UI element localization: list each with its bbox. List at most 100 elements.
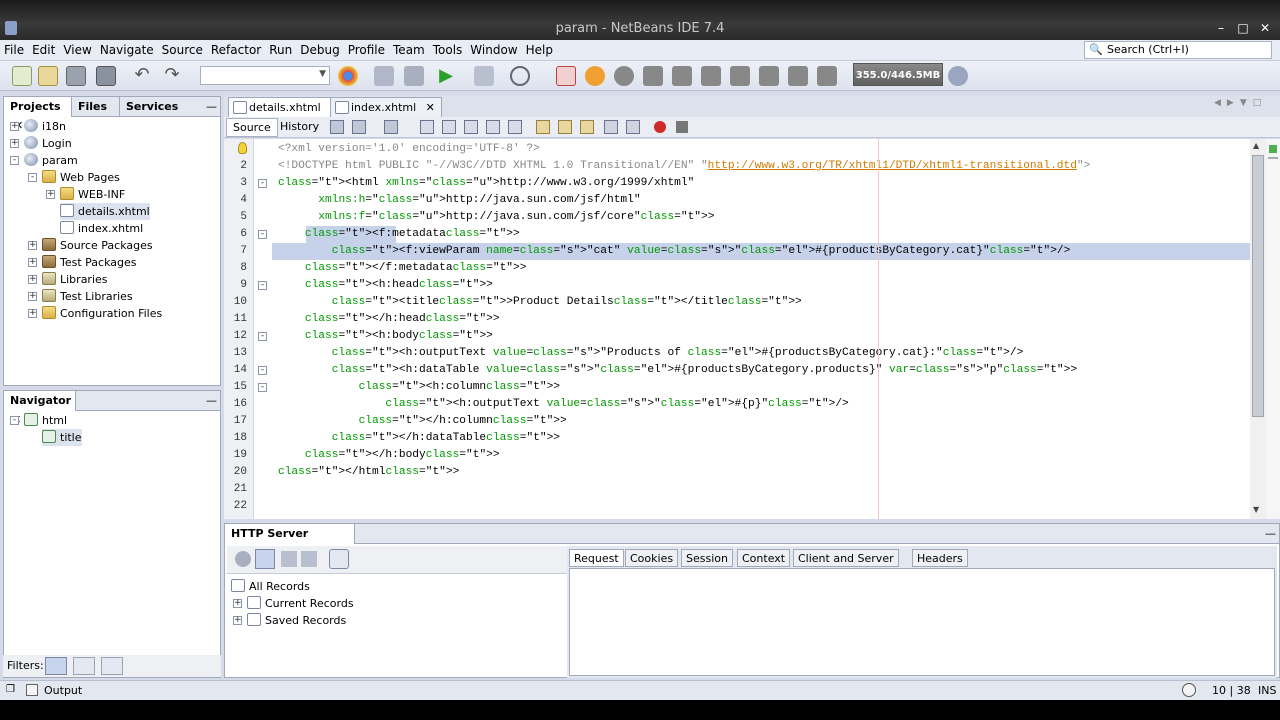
records-item[interactable]: Saved Records — [247, 612, 346, 629]
record-macro-icon[interactable] — [654, 121, 666, 133]
menu-item[interactable]: Run — [265, 40, 296, 57]
maximize-icon[interactable]: □ — [1232, 18, 1254, 38]
menu-item[interactable]: File — [0, 40, 28, 57]
new-project-icon[interactable] — [38, 66, 58, 86]
last-edit-icon[interactable] — [330, 120, 344, 134]
close-icon[interactable]: ✕ — [422, 101, 435, 114]
redo-icon[interactable]: ↷ — [162, 66, 182, 86]
tab-navigator[interactable]: Navigator ✕ — [4, 391, 76, 426]
scroll-up-icon[interactable]: ▲ — [1253, 141, 1259, 150]
run-to-cursor-icon[interactable] — [730, 66, 750, 86]
sort-alpha-icon[interactable] — [281, 551, 297, 567]
tree-toggle-icon[interactable]: + — [28, 258, 37, 267]
shift-left-icon[interactable] — [604, 120, 618, 134]
code-line[interactable]: xmlns:f="class="u">http://java.sun.com/j… — [278, 209, 714, 226]
detail-tab[interactable]: Cookies — [625, 549, 679, 567]
detail-tab[interactable]: Client and Server — [793, 549, 899, 567]
fold-toggle-icon[interactable]: - — [258, 179, 267, 188]
tree-item[interactable]: Test Packages — [42, 254, 136, 271]
forward-icon[interactable] — [384, 120, 398, 134]
tree-toggle-icon[interactable]: + — [28, 275, 37, 284]
editor-scrollbar[interactable]: ▲ ▼ — [1250, 139, 1266, 519]
tree-toggle-icon[interactable]: - — [10, 156, 19, 165]
tab-projects[interactable]: Projects ✕ — [4, 97, 72, 132]
code-line[interactable]: class="t"></h:dataTableclass="t">> — [278, 430, 560, 447]
tab-services[interactable]: Services — [120, 97, 180, 117]
toggle-highlight-icon[interactable] — [486, 120, 500, 134]
clean-icon[interactable] — [374, 66, 394, 86]
tree-item[interactable]: Configuration Files — [42, 305, 162, 322]
evaluate-icon[interactable] — [817, 66, 837, 86]
tree-item[interactable]: Test Libraries — [42, 288, 133, 305]
menu-item[interactable]: Debug — [296, 40, 343, 57]
filter-other-icon[interactable] — [101, 657, 123, 675]
code-line[interactable]: class="t"><f:metadataclass="t">> — [278, 226, 520, 243]
code-line[interactable]: class="t"></h:columnclass="t">> — [278, 413, 567, 430]
browser-icon[interactable] — [338, 66, 358, 86]
menu-item[interactable]: View — [59, 40, 95, 57]
output-tab[interactable]: Output — [44, 684, 82, 697]
toggle-bookmark-icon[interactable] — [580, 120, 594, 134]
editor-tab[interactable]: index.xhtml ✕ — [330, 97, 442, 117]
find-prev-icon[interactable] — [442, 120, 456, 134]
profile-icon[interactable] — [510, 66, 530, 86]
code-line[interactable]: <!DOCTYPE html PUBLIC "-//W3C//DTD XHTML… — [278, 158, 1090, 175]
reload-icon[interactable] — [235, 551, 251, 567]
next-bookmark-icon[interactable] — [558, 120, 572, 134]
detail-tab[interactable]: Request — [569, 549, 624, 567]
records-item[interactable]: Current Records — [247, 595, 354, 612]
clock-icon[interactable] — [329, 549, 349, 569]
notifications-icon[interactable] — [1182, 683, 1196, 697]
sort-az-icon[interactable] — [301, 551, 317, 567]
tree-toggle-icon[interactable]: + — [233, 616, 242, 625]
tree-toggle-icon[interactable]: - — [10, 416, 19, 425]
memory-indicator[interactable]: 355.0/446.5MB — [853, 63, 943, 86]
code-line[interactable]: class="t"></htmlclass="t">> — [278, 464, 459, 481]
config-dropdown[interactable]: ▼ — [200, 66, 330, 85]
tree-item[interactable]: Login — [24, 135, 72, 152]
code-line[interactable]: <?xml version='1.0' encoding='UTF-8' ?> — [278, 141, 540, 158]
tree-toggle-icon[interactable]: + — [28, 309, 37, 318]
menu-item[interactable]: Tools — [429, 40, 467, 57]
tree-toggle-icon[interactable]: + — [233, 599, 242, 608]
menu-item[interactable]: Team — [389, 40, 429, 57]
navigator-item[interactable]: html — [24, 412, 67, 429]
tree-item[interactable]: Web Pages — [42, 169, 120, 186]
tree-item[interactable]: index.xhtml — [60, 220, 143, 237]
code-line[interactable]: class="t"><html xmlns="class="u">http://… — [278, 175, 694, 192]
editor-tool-icons[interactable] — [328, 119, 698, 135]
minimize-icon[interactable]: – — [1210, 18, 1232, 38]
detail-tab[interactable]: Session — [681, 549, 733, 567]
tree-toggle-icon[interactable]: - — [28, 173, 37, 182]
menu-item[interactable]: Window — [466, 40, 521, 57]
open-project-icon[interactable] — [66, 66, 86, 86]
scroll-thumb[interactable] — [1252, 155, 1264, 417]
tree-toggle-icon[interactable]: + — [28, 292, 37, 301]
code-line[interactable]: class="t"><f:viewParam name=class="s">"c… — [278, 243, 1071, 260]
shift-right-icon[interactable] — [626, 120, 640, 134]
code-line[interactable]: class="t"><h:headclass="t">> — [278, 277, 493, 294]
search-input[interactable]: 🔍 Search (Ctrl+I) — [1084, 41, 1272, 59]
toggle-rect-icon[interactable] — [508, 120, 522, 134]
debug-icon[interactable] — [474, 66, 494, 86]
code-line[interactable]: class="t"><h:columnclass="t">> — [278, 379, 560, 396]
menu-item[interactable]: Navigate — [96, 40, 158, 57]
fold-toggle-icon[interactable]: - — [258, 281, 267, 290]
menu-item[interactable]: Profile — [344, 40, 389, 57]
code-editor[interactable]: <?xml version='1.0' encoding='UTF-8' ?> <… — [272, 139, 1250, 519]
tree-item[interactable]: param — [24, 152, 78, 169]
stop-macro-icon[interactable] — [676, 121, 688, 133]
sort-time-icon[interactable] — [255, 549, 275, 569]
menu-item[interactable]: Edit — [28, 40, 59, 57]
code-line[interactable]: class="t"><titleclass="t">>Product Detai… — [278, 294, 802, 311]
step-out-icon[interactable] — [701, 66, 721, 86]
gc-icon[interactable] — [948, 66, 968, 86]
tree-toggle-icon[interactable]: + — [10, 139, 19, 148]
close-icon[interactable]: ✕ — [1254, 18, 1276, 38]
fold-toggle-icon[interactable]: - — [258, 230, 267, 239]
tree-item[interactable]: i18n — [24, 118, 66, 135]
source-button[interactable]: Source — [226, 118, 278, 137]
tree-item[interactable]: Libraries — [42, 271, 108, 288]
code-line[interactable]: xmlns:h="class="u">http://java.sun.com/j… — [278, 192, 640, 209]
menu-item[interactable]: Refactor — [207, 40, 265, 57]
